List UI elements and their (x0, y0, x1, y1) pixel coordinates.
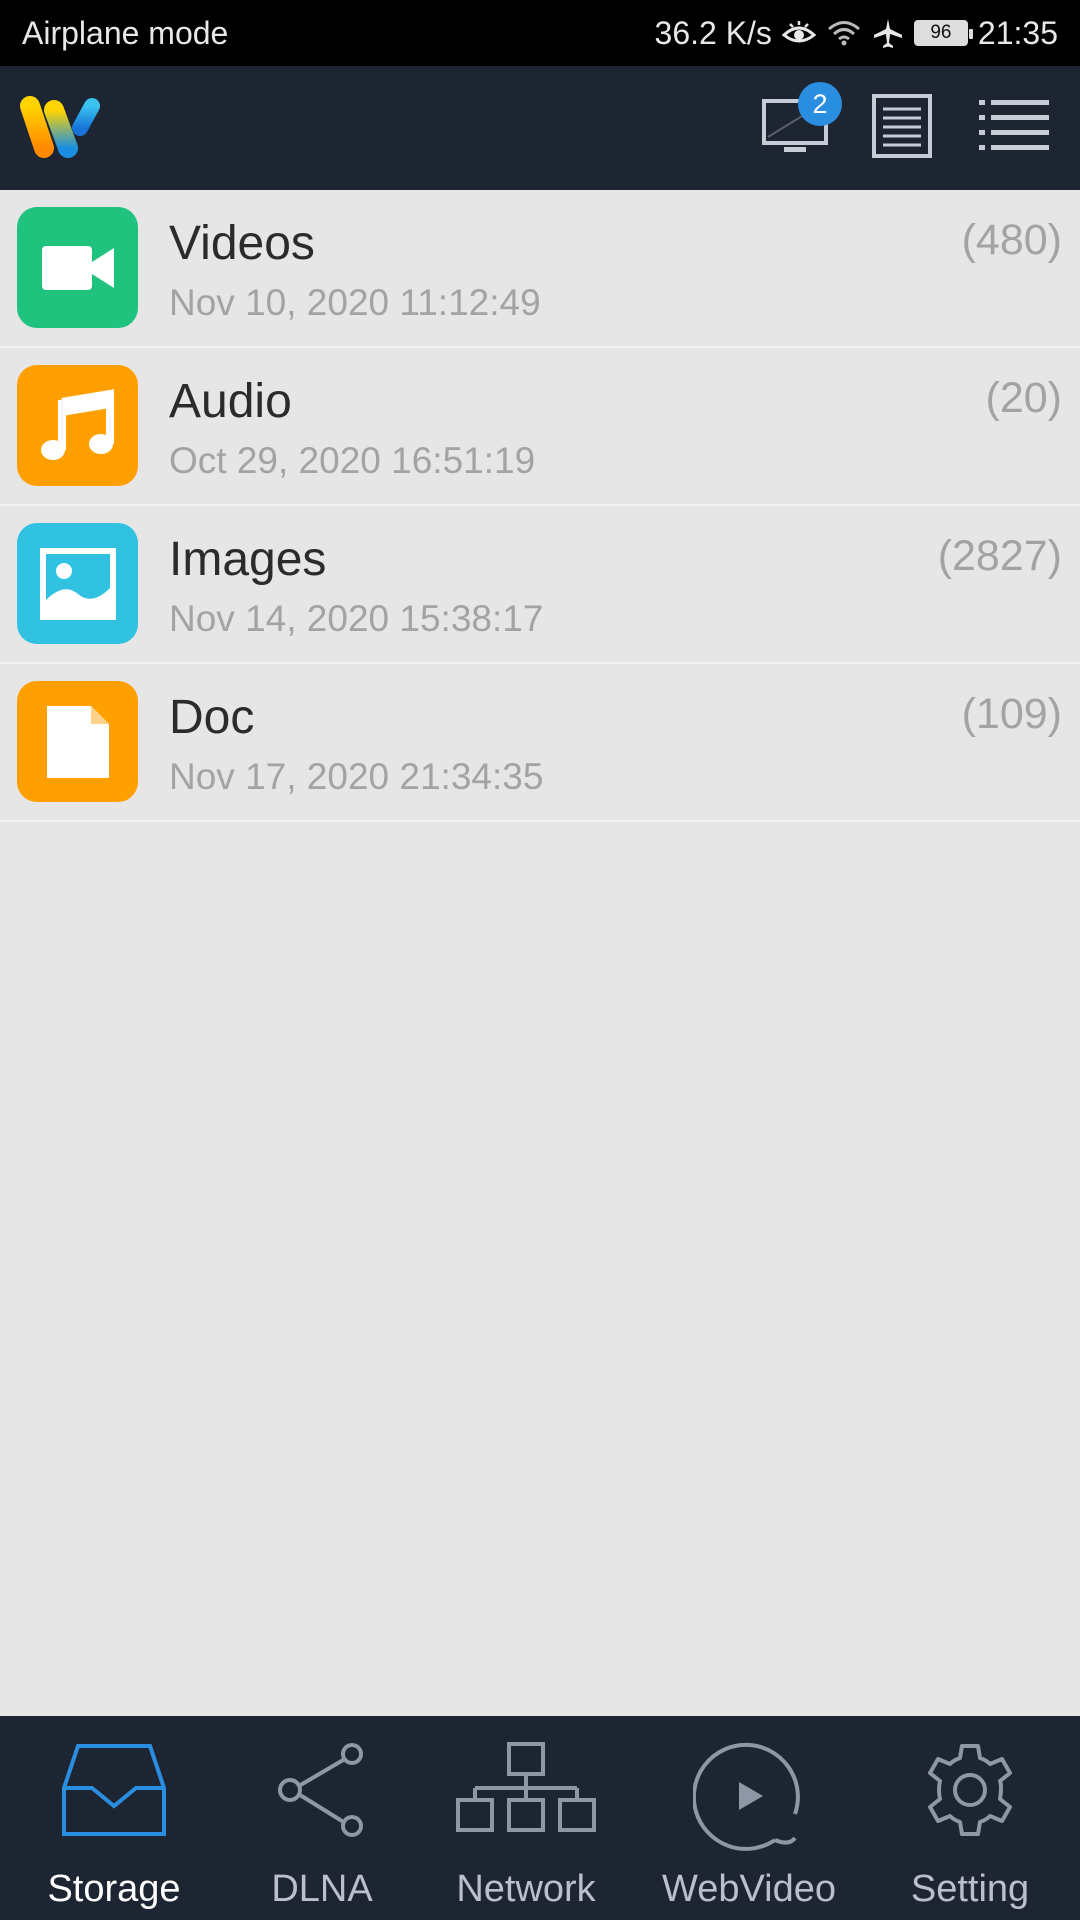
nav-label: DLNA (271, 1868, 373, 1910)
video-camera-icon (17, 207, 138, 328)
nav-label: Storage (47, 1868, 181, 1910)
status-indicators: 36.2 K/s 96 21:35 (655, 15, 1058, 52)
play-circle-icon (693, 1742, 805, 1854)
bottom-nav: Storage DLNA Network WebVideo Setting (0, 1716, 1080, 1920)
item-date: Nov 17, 2020 21:34:35 (169, 756, 544, 797)
devices-button[interactable]: 2 (748, 82, 844, 166)
nav-setting[interactable]: Setting (878, 1716, 1062, 1920)
log-button[interactable] (866, 90, 938, 166)
item-title: Doc (169, 691, 255, 744)
app-bar: 2 (0, 66, 1080, 190)
document-icon (17, 681, 138, 802)
item-count: (480) (961, 216, 1062, 264)
nav-network[interactable]: Network (434, 1716, 618, 1920)
nav-webvideo[interactable]: WebVideo (654, 1716, 844, 1920)
item-date: Oct 29, 2020 16:51:19 (169, 440, 536, 481)
item-count: (109) (961, 690, 1062, 738)
nav-label: Network (456, 1868, 596, 1910)
menu-button[interactable] (976, 90, 1054, 166)
list-item-doc[interactable]: Doc Nov 17, 2020 21:34:35 (109) (0, 664, 1080, 822)
network-speed: 36.2 K/s (654, 14, 772, 51)
nav-dlna[interactable]: DLNA (230, 1716, 414, 1920)
log-icon (871, 93, 933, 164)
item-title: Videos (169, 217, 315, 270)
item-title: Images (169, 533, 327, 586)
item-title: Audio (169, 375, 292, 428)
list-item-videos[interactable]: Videos Nov 10, 2020 11:12:49 (480) (0, 190, 1080, 348)
nav-label: WebVideo (662, 1868, 836, 1910)
nav-storage[interactable]: Storage (22, 1716, 206, 1920)
app-logo[interactable] (16, 92, 112, 164)
item-count: (20) (985, 374, 1062, 422)
menu-icon (979, 96, 1051, 161)
devices-badge: 2 (798, 82, 842, 126)
airplane-mode-label: Airplane mode (22, 14, 229, 51)
eye-icon (781, 19, 816, 47)
share-icon (274, 1742, 370, 1838)
battery-level: 96 (930, 22, 952, 43)
wifi-icon (826, 18, 862, 48)
item-date: Nov 14, 2020 15:38:17 (169, 598, 544, 639)
image-icon (17, 523, 138, 644)
status-bar: Airplane mode 36.2 K/s 96 21:35 (0, 0, 1080, 66)
battery-icon: 96 (913, 20, 973, 46)
item-date: Nov 10, 2020 11:12:49 (169, 282, 541, 323)
item-count: (2827) (937, 532, 1062, 580)
list-item-audio[interactable]: Audio Oct 29, 2020 16:51:19 (20) (0, 348, 1080, 506)
network-icon (455, 1742, 597, 1834)
nav-label: Setting (910, 1868, 1030, 1910)
storage-tray-icon (62, 1742, 166, 1838)
music-note-icon (17, 365, 138, 486)
list-item-images[interactable]: Images Nov 14, 2020 15:38:17 (2827) (0, 506, 1080, 664)
clock: 21:35 (977, 14, 1058, 51)
airplane-icon (872, 17, 904, 49)
category-list: Videos Nov 10, 2020 11:12:49 (480) Audio… (0, 190, 1080, 822)
gear-icon (922, 1742, 1018, 1838)
